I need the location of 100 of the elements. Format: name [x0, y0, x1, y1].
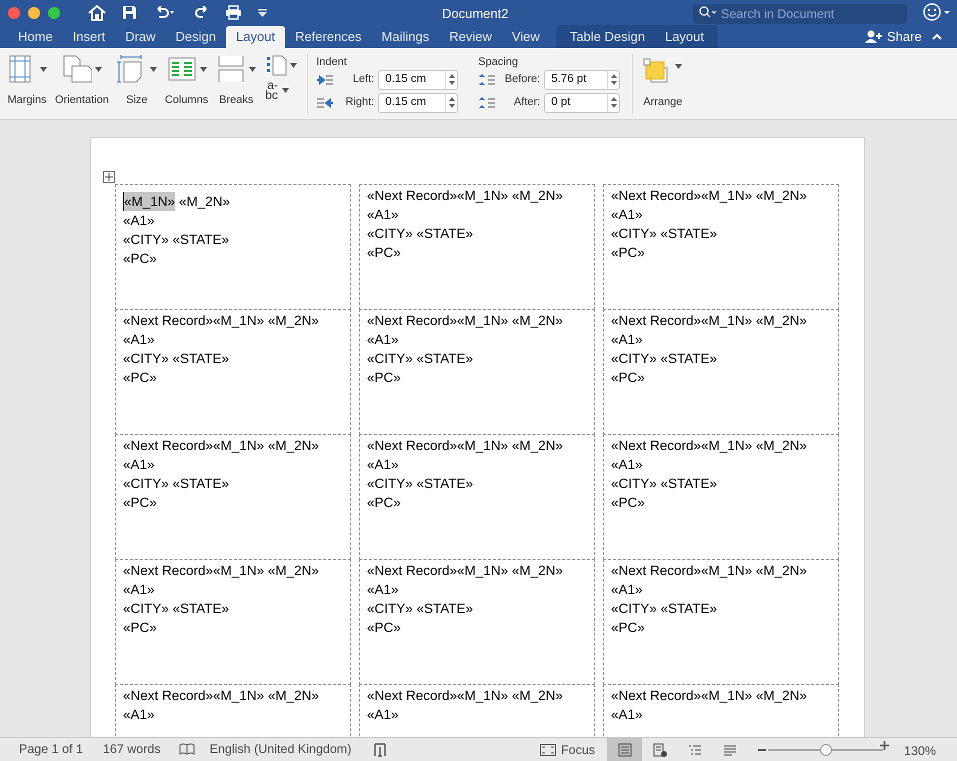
search-field[interactable]: Search in Document — [693, 4, 907, 24]
spin-field[interactable]: 0.15 cm — [378, 92, 458, 112]
merge-field: «Next Record»«M_1N» «M_2N» — [367, 436, 563, 455]
ribbon-tab[interactable]: Layout — [654, 26, 714, 48]
hyphenation-button[interactable]: a- bc — [265, 80, 289, 100]
merge-field: «Next Record»«M_1N» «M_2N» — [123, 311, 319, 330]
arrange-icon — [643, 58, 670, 84]
merge-field: «A1» — [123, 705, 155, 724]
field-label: Left: — [352, 72, 374, 88]
merge-field: «A1» — [123, 580, 155, 599]
merge-field: «CITY» «STATE» — [123, 349, 230, 368]
merge-field: «A1» — [611, 330, 643, 349]
zoom-percentage[interactable]: 130% — [904, 742, 936, 761]
line-numbers-icon[interactable] — [265, 54, 288, 76]
home-icon[interactable] — [88, 4, 106, 20]
ribbon-button[interactable]: Columns — [162, 54, 212, 108]
ribbon-button[interactable]: Size — [114, 54, 160, 108]
merge-field: «PC» — [611, 368, 645, 387]
field-label: Before: — [504, 72, 540, 88]
caret-icon — [282, 88, 289, 92]
merge-field: «CITY» «STATE» — [367, 474, 474, 493]
merge-field: «CITY» «STATE» — [367, 349, 474, 368]
focus-icon — [540, 744, 556, 756]
merge-field: «CITY» «STATE» — [611, 599, 718, 618]
ribbon-button[interactable]: Breaks — [213, 54, 260, 108]
redo-icon[interactable] — [193, 6, 209, 20]
merge-field: «PC» — [123, 493, 157, 512]
caret-icon — [290, 62, 298, 68]
view-button[interactable] — [607, 738, 642, 761]
caret-icon — [249, 66, 256, 72]
merge-field: «M_2N» — [179, 192, 230, 211]
spacing-before-icon — [478, 72, 496, 86]
merge-field: «Next Record»«M_1N» «M_2N» — [611, 186, 807, 205]
page-count[interactable]: Page 1 of 1 — [19, 740, 83, 759]
merge-field: «CITY» «STATE» — [611, 224, 718, 243]
ribbon-tab[interactable]: Design — [166, 26, 226, 48]
merge-field: «A1» — [367, 205, 399, 224]
ribbon-tab[interactable]: View — [502, 26, 550, 48]
save-icon[interactable] — [122, 5, 137, 20]
spin-arrows-icon[interactable] — [607, 70, 620, 88]
zoom-slider-thumb[interactable] — [820, 744, 832, 756]
merge-field: «Next Record»«M_1N» «M_2N» — [367, 686, 563, 705]
indent-right-icon — [316, 96, 334, 110]
maximize-button[interactable] — [48, 6, 60, 18]
merge-field: «A1» — [123, 211, 155, 230]
ribbon-tab[interactable]: Table Design — [560, 26, 655, 48]
language[interactable]: English (United Kingdom) — [210, 740, 352, 759]
add-person-icon — [865, 30, 883, 44]
merge-field: «A1» — [611, 580, 643, 599]
ribbon-tab[interactable]: Home — [8, 26, 63, 48]
merge-field: «Next Record»«M_1N» «M_2N» — [611, 686, 807, 705]
minimize-button[interactable] — [28, 6, 40, 18]
zoom-in-icon[interactable] — [880, 741, 889, 750]
page-break-icon — [216, 54, 246, 84]
focus-button[interactable]: Focus — [540, 741, 596, 760]
ribbon-button[interactable]: Orientation — [52, 54, 112, 108]
spin-field[interactable]: 0.15 cm — [378, 70, 458, 90]
merge-field: «PC» — [611, 618, 645, 637]
smiley-icon[interactable] — [923, 3, 951, 21]
caret-icon — [94, 66, 102, 72]
caret-icon — [675, 64, 682, 69]
selected-field[interactable]: «M_1N» — [123, 192, 176, 211]
print-icon[interactable] — [225, 5, 242, 20]
spin-field[interactable]: 0 pt — [544, 92, 620, 112]
proofing-book-icon[interactable] — [178, 742, 195, 756]
share-button[interactable]: Share — [865, 27, 922, 46]
ribbon-tab[interactable]: References — [285, 26, 372, 48]
macro-icon[interactable] — [373, 742, 388, 758]
merge-field: «A1» — [123, 330, 155, 349]
window-title: Document2 — [442, 5, 508, 23]
spin-arrows-icon[interactable] — [445, 70, 458, 88]
merge-field: «Next Record»«M_1N» «M_2N» — [123, 686, 319, 705]
merge-field: «A1» — [123, 455, 155, 474]
spin-arrows-icon[interactable] — [445, 94, 458, 112]
ribbon-tab[interactable]: Draw — [115, 26, 166, 48]
word-count[interactable]: 167 words — [102, 740, 161, 759]
collapse-ribbon-icon[interactable] — [932, 33, 942, 40]
customize-toolbar-icon[interactable] — [258, 8, 267, 16]
merge-field: «PC» — [611, 243, 645, 262]
search-icon — [699, 6, 717, 18]
caret-icon — [150, 66, 157, 72]
ribbon-tab[interactable]: Review — [439, 26, 502, 48]
table-move-handle-icon[interactable] — [103, 171, 115, 183]
merge-field: «PC» — [611, 493, 645, 512]
merge-field: «PC» — [367, 243, 401, 262]
merge-field: «Next Record»«M_1N» «M_2N» — [367, 561, 563, 580]
spin-field[interactable]: 5.76 pt — [544, 70, 620, 90]
merge-field: «A1» — [611, 705, 643, 724]
merge-field: «CITY» «STATE» — [367, 224, 474, 243]
ribbon-button[interactable]: Margins — [4, 54, 50, 108]
ribbon-tab[interactable]: Layout — [226, 26, 286, 48]
merge-field: «Next Record»«M_1N» «M_2N» — [367, 311, 563, 330]
arrange-button[interactable]: Arrange — [643, 54, 682, 110]
merge-field: «CITY» «STATE» — [611, 474, 718, 493]
spin-arrows-icon[interactable] — [607, 94, 620, 112]
web-view-icon — [652, 742, 668, 756]
ribbon-tab[interactable]: Insert — [62, 26, 116, 48]
merge-field: «PC» — [367, 493, 401, 512]
ribbon-tab[interactable]: Mailings — [372, 26, 440, 48]
caret-icon — [200, 66, 207, 72]
